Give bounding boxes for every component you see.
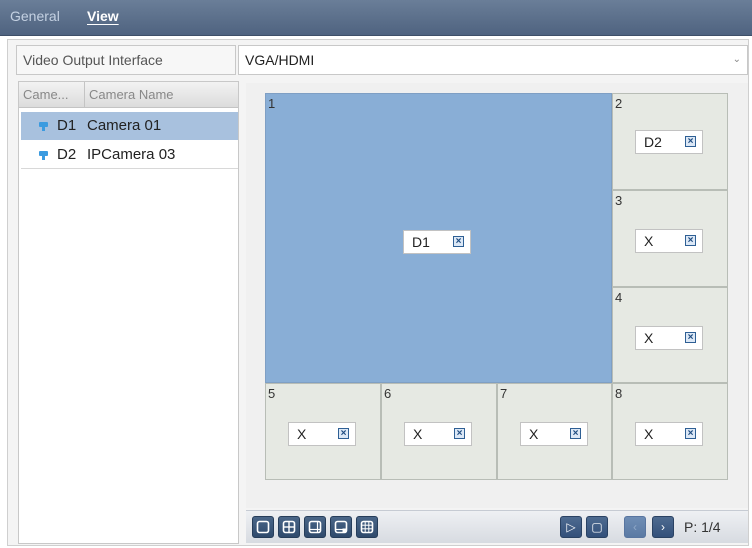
camera-row-d1[interactable]: D1 Camera 01 bbox=[21, 112, 238, 140]
window-number: 4 bbox=[615, 290, 623, 305]
camera-name: IPCamera 03 bbox=[87, 146, 176, 163]
window-channel: X bbox=[644, 233, 654, 249]
nine-layout-icon[interactable] bbox=[356, 516, 378, 538]
window-channel-chip[interactable]: X × bbox=[520, 422, 588, 446]
single-layout-icon[interactable] bbox=[252, 516, 274, 538]
window-number: 2 bbox=[615, 96, 623, 111]
quad-layout-icon[interactable] bbox=[278, 516, 300, 538]
window-number: 5 bbox=[268, 386, 276, 401]
one-plus-five-layout-icon[interactable] bbox=[304, 516, 326, 538]
window-channel: D2 bbox=[644, 134, 662, 150]
window-channel: X bbox=[644, 330, 654, 346]
window-number: 1 bbox=[268, 96, 276, 111]
window-3[interactable]: 3 X × bbox=[612, 190, 728, 287]
window-channel-chip[interactable]: X × bbox=[635, 229, 703, 253]
window-number: 6 bbox=[384, 386, 392, 401]
tab-view[interactable]: View bbox=[87, 8, 119, 24]
tab-bar: General View bbox=[0, 0, 752, 36]
video-output-interface-label: Video Output Interface bbox=[16, 45, 236, 75]
one-plus-seven-layout-icon[interactable] bbox=[330, 516, 352, 538]
camera-name: Camera 01 bbox=[87, 117, 162, 134]
window-4[interactable]: 4 X × bbox=[612, 287, 728, 383]
tab-general[interactable]: General bbox=[10, 8, 60, 24]
camera-no: D1 bbox=[57, 117, 77, 134]
close-icon[interactable]: × bbox=[685, 136, 696, 147]
camera-list[interactable]: Came... Camera Name D1 Camera 01 D2 IPCa… bbox=[18, 81, 239, 544]
column-header-camera-no[interactable]: Came... bbox=[23, 82, 85, 108]
window-channel-chip[interactable]: X × bbox=[404, 422, 472, 446]
camera-no: D2 bbox=[57, 146, 77, 163]
window-6[interactable]: 6 X × bbox=[381, 383, 497, 480]
video-output-interface-value: VGA/HDMI bbox=[245, 52, 315, 68]
window-number: 8 bbox=[615, 386, 623, 401]
close-icon[interactable]: × bbox=[453, 236, 464, 247]
window-channel: X bbox=[529, 426, 539, 442]
window-channel-chip[interactable]: X × bbox=[635, 326, 703, 350]
window-channel: X bbox=[297, 426, 307, 442]
stop-live-view-icon[interactable]: ▢ bbox=[586, 516, 608, 538]
layout-toolbar: ▷ ▢ ‹ › P: 1/4 bbox=[246, 510, 748, 543]
window-number: 7 bbox=[500, 386, 508, 401]
close-icon[interactable]: × bbox=[685, 235, 696, 246]
start-live-view-icon[interactable]: ▷ bbox=[560, 516, 582, 538]
window-7[interactable]: 7 X × bbox=[497, 383, 612, 480]
window-channel: X bbox=[413, 426, 423, 442]
window-channel-chip[interactable]: D1 × bbox=[403, 230, 471, 254]
window-2[interactable]: 2 D2 × bbox=[612, 93, 728, 190]
close-icon[interactable]: × bbox=[338, 428, 349, 439]
camera-icon bbox=[39, 122, 48, 131]
close-icon[interactable]: × bbox=[454, 428, 465, 439]
camera-row-d2[interactable]: D2 IPCamera 03 bbox=[21, 141, 238, 169]
window-channel-chip[interactable]: D2 × bbox=[635, 130, 703, 154]
window-channel: X bbox=[644, 426, 654, 442]
window-8[interactable]: 8 X × bbox=[612, 383, 728, 480]
page-indicator: P: 1/4 bbox=[684, 519, 721, 535]
close-icon[interactable]: × bbox=[685, 332, 696, 343]
layout-area: 1 D1 × 2 D2 × 3 X × 4 X × 5 X × 6 X × 7 … bbox=[246, 83, 748, 508]
window-channel: D1 bbox=[412, 234, 430, 250]
chevron-right-icon[interactable]: › bbox=[652, 516, 674, 538]
window-1[interactable]: 1 D1 × bbox=[265, 93, 612, 383]
chevron-left-icon[interactable]: ‹ bbox=[624, 516, 646, 538]
window-channel-chip[interactable]: X × bbox=[288, 422, 356, 446]
window-number: 3 bbox=[615, 193, 623, 208]
video-output-interface-select[interactable]: VGA/HDMI ⌄ bbox=[238, 45, 748, 75]
chevron-down-icon[interactable]: ⌄ bbox=[733, 46, 741, 74]
window-channel-chip[interactable]: X × bbox=[635, 422, 703, 446]
window-5[interactable]: 5 X × bbox=[265, 383, 381, 480]
column-header-camera-name[interactable]: Camera Name bbox=[89, 82, 174, 108]
camera-list-header: Came... Camera Name bbox=[19, 82, 238, 108]
camera-icon bbox=[39, 151, 48, 160]
close-icon[interactable]: × bbox=[570, 428, 581, 439]
close-icon[interactable]: × bbox=[685, 428, 696, 439]
